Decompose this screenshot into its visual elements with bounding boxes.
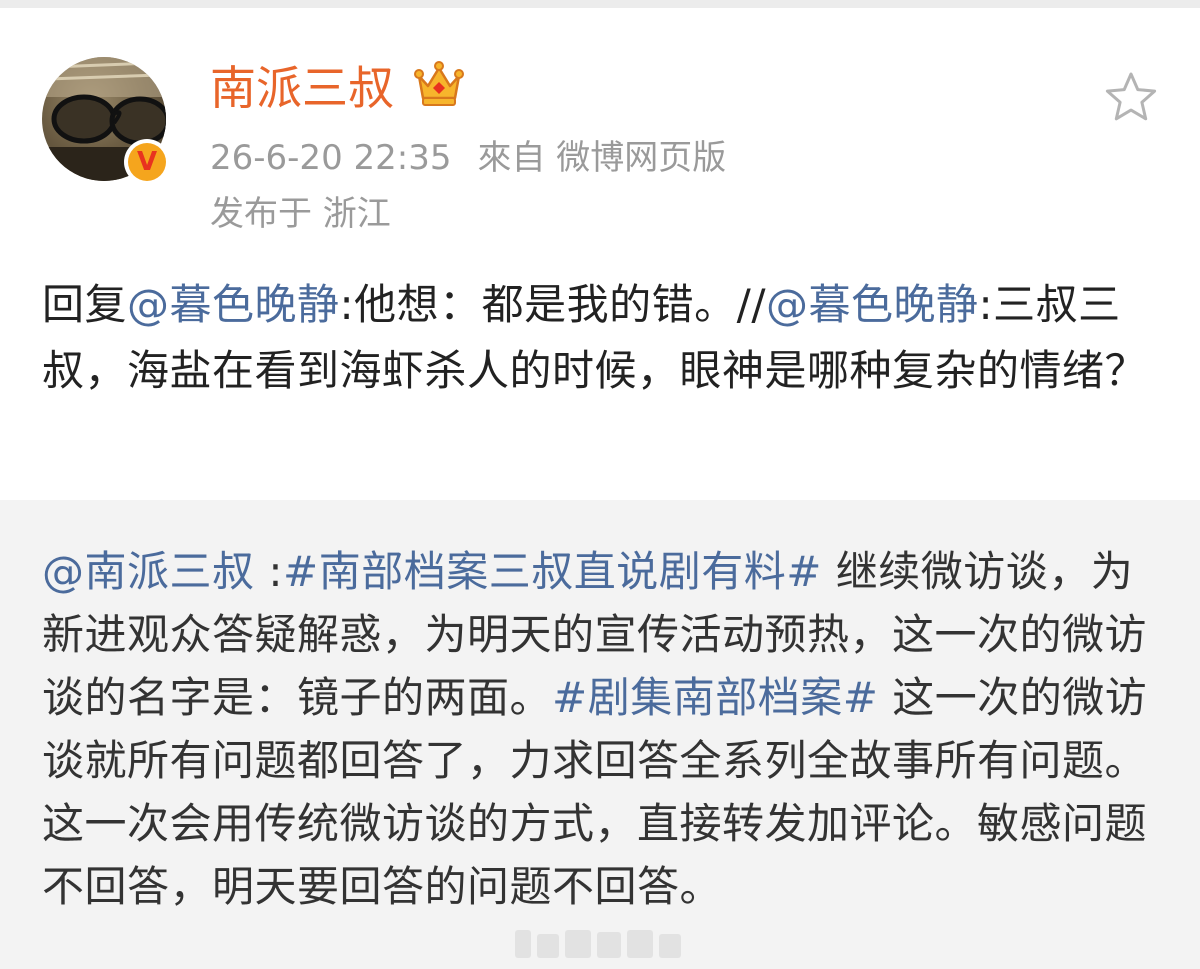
- reply-mention-link[interactable]: @暮色晚静: [127, 280, 340, 329]
- post-content: 回复@暮色晚静:他想：都是我的错。//@暮色晚静:三叔三叔，海盐在看到海虾杀人的…: [42, 272, 1167, 404]
- post-location: 发布于 浙江: [210, 194, 391, 234]
- author-name[interactable]: 南派三叔: [210, 56, 394, 120]
- topic-link-2[interactable]: #剧集南部档案#: [552, 673, 878, 722]
- watermark-logo: [515, 930, 681, 958]
- top-divider: [0, 0, 1200, 8]
- reply-body: :他想：都是我的错。//: [339, 280, 766, 329]
- post-meta: 26-6-20 22:35 來自 微博网页版: [210, 134, 726, 182]
- repost-content: @南派三叔 :#南部档案三叔直说剧有料# 继续微访谈，为新进观众答疑解惑，为明天…: [42, 540, 1167, 918]
- verified-badge-icon: V: [124, 139, 170, 185]
- star-icon[interactable]: [1103, 71, 1159, 125]
- topic-link-1[interactable]: #南部档案三叔直说剧有料#: [283, 547, 822, 596]
- post-date[interactable]: 26-6-20 22:35: [210, 138, 452, 178]
- repost-sep: :: [254, 547, 284, 596]
- quoted-mention-link[interactable]: @暮色晚静: [766, 280, 979, 329]
- reply-prefix: 回复: [42, 280, 128, 329]
- crown-icon[interactable]: [414, 60, 464, 108]
- repost-author-link[interactable]: @南派三叔: [42, 547, 255, 596]
- post-source: 來自 微博网页版: [477, 138, 727, 178]
